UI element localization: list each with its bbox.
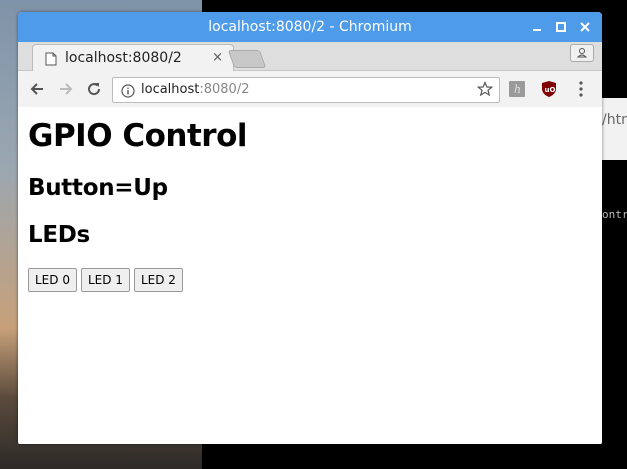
led-2-button[interactable]: LED 2: [133, 268, 183, 292]
window-title: localhost:8080/2 - Chromium: [208, 19, 412, 35]
url-host: localhost: [141, 82, 200, 97]
profile-button[interactable]: [570, 44, 594, 62]
tab-strip: localhost:8080/2 ×: [18, 42, 602, 72]
led-button-row: LED 0 LED 1 LED 2: [28, 268, 592, 292]
address-bar[interactable]: localhost:8080/2: [112, 77, 500, 103]
url-text[interactable]: localhost:8080/2: [141, 82, 249, 97]
maximize-icon[interactable]: [552, 18, 570, 36]
tab-close-icon[interactable]: ×: [212, 50, 223, 65]
page-content: GPIO Control Button=Up LEDs LED 0 LED 1 …: [18, 107, 602, 444]
svg-text:h: h: [514, 83, 521, 96]
info-icon[interactable]: [121, 83, 135, 102]
title-bar[interactable]: localhost:8080/2 - Chromium: [18, 12, 602, 42]
star-icon[interactable]: [476, 80, 494, 101]
menu-dots-icon[interactable]: [576, 80, 586, 102]
ublock-icon[interactable]: uO: [541, 80, 557, 102]
forward-arrow-icon[interactable]: [56, 79, 76, 99]
button-status: Button=Up: [28, 175, 168, 201]
extension-h-icon[interactable]: h: [509, 81, 525, 101]
led-1-button[interactable]: LED 1: [80, 268, 130, 292]
svg-text:uO: uO: [545, 86, 556, 94]
background-url-fragment: /htn: [602, 112, 627, 128]
tab-active[interactable]: localhost:8080/2 ×: [32, 44, 234, 72]
minimize-icon[interactable]: [528, 18, 546, 36]
back-arrow-icon[interactable]: [27, 79, 47, 99]
page-icon: [45, 51, 57, 70]
close-icon[interactable]: [576, 18, 594, 36]
new-tab-button[interactable]: [227, 50, 267, 68]
tab-title: localhost:8080/2: [65, 50, 182, 66]
leds-heading: LEDs: [28, 222, 90, 248]
window-controls: [528, 18, 594, 36]
url-path: :8080/2: [199, 82, 250, 97]
led-0-button[interactable]: LED 0: [28, 268, 77, 292]
browser-window: localhost:8080/2 - Chromium localhost:80…: [18, 12, 602, 444]
page-title: GPIO Control: [28, 118, 248, 154]
reload-icon[interactable]: [84, 79, 104, 99]
toolbar: localhost:8080/2 h uO: [18, 71, 602, 108]
background-terminal-text: ontr: [602, 208, 627, 221]
